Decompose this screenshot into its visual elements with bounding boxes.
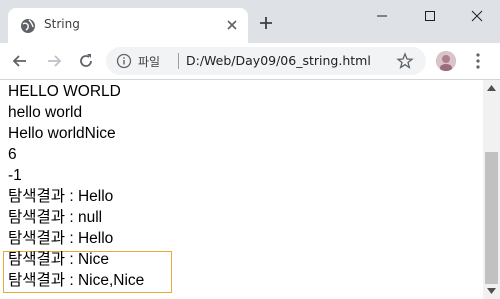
output-line: hello world [8,104,83,121]
scrollbar-thumb[interactable] [485,152,498,284]
window-close-icon[interactable] [467,6,487,26]
output-line: 탐색결과 : null [8,209,103,226]
tab-strip: String [0,0,500,43]
site-label: 파일 [138,55,161,69]
vertical-scrollbar[interactable] [483,80,500,299]
address-bar[interactable]: 파일 D:/Web/Day09/06_string.html [106,47,426,75]
tab-title: String [44,17,80,31]
info-icon[interactable] [116,53,132,69]
separator [178,53,179,69]
maximize-icon[interactable] [420,6,440,26]
reload-icon[interactable] [76,51,96,71]
globe-icon [21,19,35,33]
output-line: 탐색결과 : Nice [8,251,109,268]
browser-toolbar: 파일 D:/Web/Day09/06_string.html [0,43,500,80]
avatar-image [436,51,456,71]
scroll-up-icon[interactable] [487,85,496,91]
output-line: HELLO WORLD [8,83,121,100]
more-menu-icon[interactable] [470,51,486,71]
page-content: HELLO WORLD hello world Hello worldNice … [0,80,483,299]
forward-arrow-icon[interactable] [44,51,64,71]
output-line: Hello worldNice [8,125,116,142]
bookmark-star-icon[interactable] [396,52,414,70]
url-text[interactable]: D:/Web/Day09/06_string.html [186,53,371,68]
back-arrow-icon[interactable] [10,51,30,71]
tab-active[interactable]: String [8,8,248,43]
output-line: 탐색결과 : Hello [8,230,114,247]
output-line: 탐색결과 : Nice,Nice [8,272,145,289]
close-icon[interactable] [224,17,240,33]
minimize-icon[interactable] [372,6,392,26]
scroll-down-icon[interactable] [487,288,496,294]
profile-avatar[interactable] [436,51,456,71]
output-line: -1 [8,167,22,184]
output-line: 6 [8,146,17,163]
output-line: 탐색결과 : Hello [8,188,114,205]
new-tab-icon[interactable] [258,15,274,31]
